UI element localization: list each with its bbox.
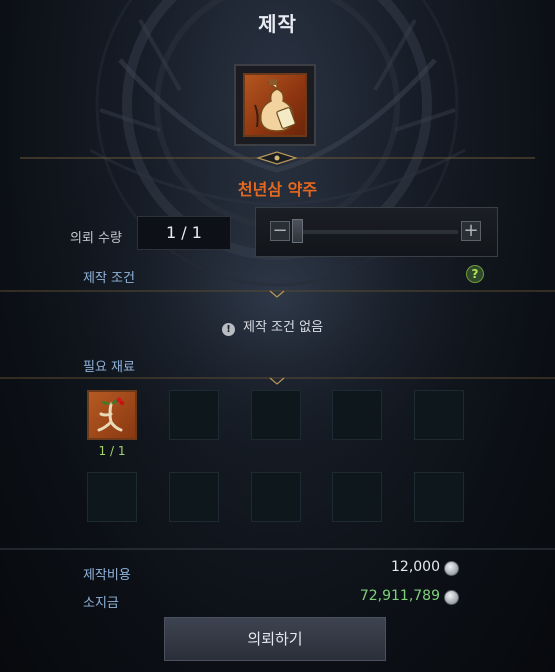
request-button[interactable]: 의뢰하기	[164, 617, 386, 661]
quantity-slider[interactable]: − +	[255, 207, 498, 257]
cost-divider	[0, 548, 555, 550]
material-slot[interactable]	[169, 472, 219, 522]
decrease-button[interactable]: −	[270, 221, 290, 241]
minus-icon: −	[272, 220, 288, 241]
cost-value: 12,000	[391, 559, 440, 575]
silver-coin-icon	[444, 561, 459, 576]
material-count: 1 / 1	[98, 444, 126, 458]
ginseng-icon	[97, 397, 125, 432]
plus-icon: +	[463, 220, 479, 241]
gourd-bottle-icon	[243, 73, 307, 137]
help-icon[interactable]: ?	[466, 265, 484, 283]
info-icon: !	[222, 323, 235, 336]
material-slot[interactable]	[87, 390, 137, 440]
material-slot[interactable]	[169, 390, 219, 440]
silver-coin-icon	[444, 590, 459, 605]
material-slot[interactable]	[332, 390, 382, 440]
item-name: 천년삼 약주	[237, 180, 318, 199]
material-slot[interactable]	[332, 472, 382, 522]
material-slot[interactable]	[251, 472, 301, 522]
window-title: 제작	[258, 12, 297, 36]
no-conditions-message: ! 제작 조건 없음	[222, 316, 323, 336]
quantity-input[interactable]: 1 / 1	[137, 216, 231, 250]
money-value: 72,911,789	[359, 588, 440, 604]
conditions-title: 제작 조건	[83, 271, 135, 286]
money-label: 소지금	[83, 596, 119, 611]
cost-label: 제작비용	[83, 568, 131, 583]
section-divider	[0, 290, 555, 298]
ornament-divider	[20, 151, 535, 165]
quantity-label: 의뢰 수량	[70, 231, 122, 246]
slider-handle[interactable]	[292, 219, 303, 243]
material-slot[interactable]	[87, 472, 137, 522]
slider-track[interactable]	[292, 229, 458, 234]
crafted-item-slot[interactable]	[234, 64, 316, 146]
increase-button[interactable]: +	[461, 221, 481, 241]
material-slot[interactable]	[251, 390, 301, 440]
material-slot[interactable]	[414, 472, 464, 522]
section-divider	[0, 377, 555, 385]
no-conditions-text: 제작 조건 없음	[243, 320, 324, 335]
material-slot[interactable]	[414, 390, 464, 440]
